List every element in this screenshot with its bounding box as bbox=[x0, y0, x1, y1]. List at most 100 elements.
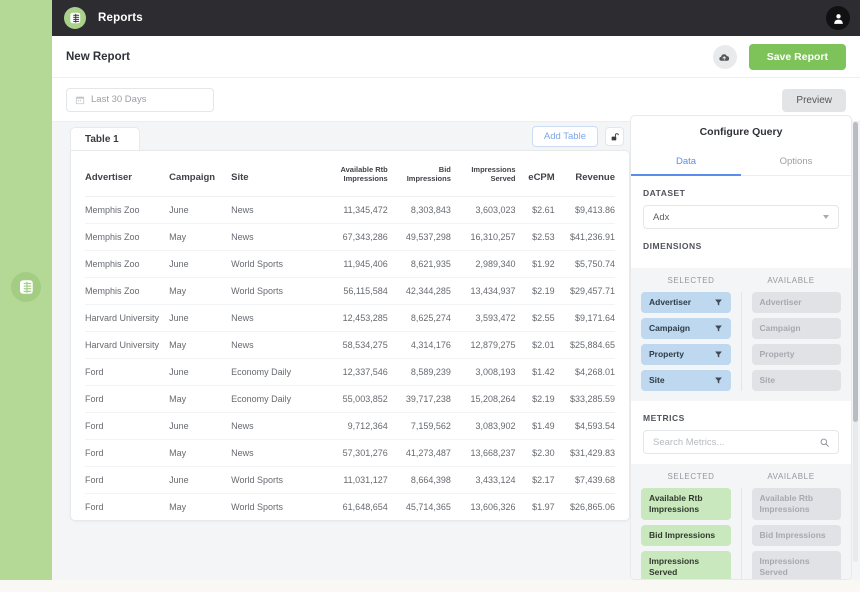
preview-button[interactable]: Preview bbox=[782, 89, 846, 112]
search-icon bbox=[820, 438, 829, 448]
chip-filter-button[interactable] bbox=[714, 298, 723, 307]
table-cell: 16,310,257 bbox=[450, 223, 516, 251]
column-header-impressions-served[interactable]: Impressions Served bbox=[450, 151, 516, 197]
table-cell: June bbox=[169, 358, 232, 386]
metrics-list-headers: SELECTED AVAILABLE bbox=[641, 472, 841, 488]
dimension-chip-available[interactable]: Property bbox=[751, 344, 841, 366]
table-cell: 61,648,654 bbox=[342, 501, 388, 512]
metric-chip-selected[interactable]: Impressions Served bbox=[641, 551, 731, 579]
table-cell: 3,593,472 bbox=[450, 304, 516, 332]
table-cell: Memphis Zoo bbox=[85, 277, 170, 305]
table-row[interactable]: Ford June News 9,712,364 7,159,562 3,083,902 $… bbox=[85, 412, 615, 440]
dimension-chip-available[interactable]: Advertiser bbox=[751, 292, 841, 314]
table-cell: 3,008,193 bbox=[450, 358, 516, 386]
page-title: New Report bbox=[66, 50, 130, 63]
dimension-chip-available[interactable]: Campaign bbox=[751, 318, 841, 340]
table-row[interactable]: Ford May World Sports 61,648,654 45,714,365 1… bbox=[85, 493, 615, 520]
column-header-campaign[interactable]: Campaign bbox=[169, 151, 232, 197]
brand-logo[interactable] bbox=[64, 7, 86, 29]
dimensions-columns: Advertiser Campaign Property Site Advertise… bbox=[641, 292, 841, 392]
chip-label: Advertiser bbox=[649, 297, 692, 307]
table-cell: June bbox=[169, 196, 232, 224]
user-avatar[interactable] bbox=[826, 6, 850, 30]
column-header-bid-impressions[interactable]: Bid Impressions bbox=[387, 151, 451, 197]
date-range-picker[interactable]: Last 30 Days bbox=[66, 87, 214, 112]
rail-logo-badge[interactable] bbox=[11, 272, 41, 302]
add-table-button[interactable]: Add Table bbox=[531, 126, 598, 147]
panel-scrollbar[interactable] bbox=[853, 122, 858, 562]
table-cell: 8,303,843 bbox=[387, 196, 451, 224]
table-cell: 57,301,276 bbox=[317, 439, 388, 467]
table-cell: Memphis Zoo bbox=[85, 223, 170, 251]
table-cell: 9,712,364 bbox=[317, 412, 388, 440]
dataset-value: Adx bbox=[653, 211, 670, 223]
chip-filter-button[interactable] bbox=[714, 350, 723, 359]
table-row[interactable]: Memphis Zoo June News 11,345,472 8,303,843 3,… bbox=[85, 196, 615, 224]
table-row[interactable]: Harvard University June News 12,453,285 8,62… bbox=[85, 304, 615, 332]
table-row[interactable]: Memphis Zoo May News 67,343,286 49,537,298 16… bbox=[85, 223, 615, 251]
column-header-site[interactable]: Site bbox=[231, 151, 318, 197]
table-cell: Ford bbox=[85, 358, 170, 386]
chip-label: Site bbox=[759, 375, 776, 386]
configure-query-panel: Configure Query Data Options DATASET Adx… bbox=[630, 115, 852, 580]
table-cell: 7,159,562 bbox=[387, 412, 451, 440]
table-cell: Ford bbox=[85, 385, 170, 413]
table-header-row: Advertiser Campaign Site Available Rtb I… bbox=[85, 151, 615, 197]
column-header-ecpm[interactable]: eCPM bbox=[515, 151, 555, 197]
chip-filter-button[interactable] bbox=[714, 324, 723, 333]
table-cell: $41,236.91 bbox=[554, 223, 615, 251]
table-row[interactable]: Ford June Economy Daily 12,337,546 8,589,239… bbox=[85, 358, 615, 386]
metric-chip-selected[interactable]: Available Rtb Impressions bbox=[641, 488, 731, 521]
unlock-button[interactable] bbox=[605, 127, 624, 146]
table-cell: May bbox=[169, 331, 232, 359]
column-header-advertiser[interactable]: Advertiser bbox=[85, 151, 170, 197]
tab-data[interactable]: Data bbox=[631, 148, 741, 176]
table-cell: $2.55 bbox=[515, 304, 555, 332]
table-cell: 15,208,264 bbox=[450, 385, 516, 413]
metric-chip-available[interactable]: Bid Impressions bbox=[751, 525, 841, 547]
dataset-select[interactable]: Adx bbox=[643, 205, 839, 229]
table-row[interactable]: Memphis Zoo June World Sports 11,945,406 8,6… bbox=[85, 250, 615, 278]
table-row[interactable]: Ford June World Sports 11,031,127 8,664,398 3… bbox=[85, 466, 615, 494]
tab-options[interactable]: Options bbox=[741, 148, 851, 175]
cloud-upload-button[interactable] bbox=[712, 45, 737, 69]
body-region: Table 1 Add Table Advertiser Campaign Si… bbox=[52, 115, 860, 580]
dimension-chip-selected[interactable]: Advertiser bbox=[641, 292, 731, 314]
table-cell: $9,413.86 bbox=[554, 196, 615, 224]
dimension-chip-available[interactable]: Site bbox=[751, 370, 841, 392]
table-cell: 12,879,275 bbox=[450, 331, 516, 359]
table-row[interactable]: Harvard University May News 58,534,275 4,314… bbox=[85, 331, 615, 359]
dimension-chip-selected[interactable]: Site bbox=[641, 370, 731, 392]
filter-funnel-icon bbox=[714, 325, 722, 332]
metric-chip-available[interactable]: Impressions Served bbox=[751, 551, 841, 579]
metrics-dual-list: SELECTED AVAILABLE Available Rtb Impress… bbox=[631, 464, 851, 579]
user-avatar-icon bbox=[833, 13, 843, 24]
column-header-revenue[interactable]: Revenue bbox=[554, 151, 615, 197]
table-row[interactable]: Ford May Economy Daily 55,003,852 39,717,238… bbox=[85, 385, 615, 413]
table-cell: May bbox=[169, 501, 187, 512]
table-cell: Ford bbox=[85, 439, 170, 467]
search-metrics-input[interactable] bbox=[653, 436, 829, 448]
column-header-available-rtb-impressions[interactable]: Available Rtb Impressions bbox=[317, 151, 388, 197]
dimensions-available-header: AVAILABLE bbox=[767, 276, 815, 285]
metrics-search-box[interactable] bbox=[643, 430, 839, 455]
save-report-button[interactable]: Save Report bbox=[748, 44, 846, 70]
table-row[interactable]: Memphis Zoo May World Sports 56,115,584 42,3… bbox=[85, 277, 615, 305]
metric-chip-available[interactable]: Available Rtb Impressions bbox=[751, 488, 841, 521]
table-cell: 4,314,176 bbox=[387, 331, 451, 359]
table-cell: Ford bbox=[85, 466, 170, 494]
scrollbar-thumb[interactable] bbox=[853, 122, 858, 422]
chip-label: Available Rtb Impressions bbox=[649, 493, 703, 515]
metric-chip-selected[interactable]: Bid Impressions bbox=[641, 525, 731, 547]
filter-funnel-icon bbox=[714, 377, 722, 384]
table-row[interactable]: Ford May News 57,301,276 41,273,487 13,668,23… bbox=[85, 439, 615, 467]
main-shell: Reports New Report Save Report Last 30 D… bbox=[52, 0, 860, 580]
dataset-section-label: DATASET bbox=[643, 188, 686, 198]
calendar-icon bbox=[75, 96, 85, 104]
chip-filter-button[interactable] bbox=[714, 376, 723, 385]
chip-label: Bid Impressions bbox=[649, 530, 716, 541]
dimension-chip-selected[interactable]: Campaign bbox=[641, 318, 731, 340]
tab-table-1[interactable]: Table 1 bbox=[70, 127, 140, 150]
dimension-chip-selected[interactable]: Property bbox=[641, 344, 731, 366]
table-cell: World Sports bbox=[231, 277, 318, 305]
